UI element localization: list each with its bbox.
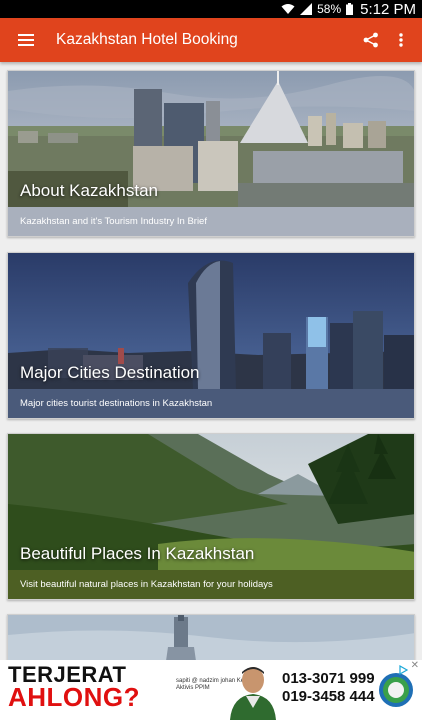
ad-headline: TERJERAT AHLONG? [8, 664, 141, 712]
city-towers-image: Major Cities Destination [8, 253, 414, 389]
card-title: Beautiful Places In Kazakhstan [20, 544, 255, 563]
card-about-kazakhstan[interactable]: About Kazakhstan Kazakhstan and it's Tou… [7, 70, 415, 237]
app-bar: Kazakhstan Hotel Booking [0, 18, 422, 62]
card-beautiful-places[interactable]: Beautiful Places In Kazakhstan Visit bea… [7, 433, 415, 600]
wifi-icon [281, 3, 295, 15]
ad-person-image [226, 664, 280, 720]
ad-logo [378, 672, 414, 713]
battery-icon [346, 3, 354, 15]
ad-phones: 013-3071 999 019-3458 444 [282, 670, 375, 706]
battery-percentage: 58% [317, 2, 342, 16]
card-caption: Major cities tourist destinations in Kaz… [8, 389, 414, 418]
app-title: Kazakhstan Hotel Booking [56, 31, 238, 48]
share-icon[interactable] [356, 18, 386, 62]
monument-image [8, 615, 414, 660]
card-caption: Kazakhstan and it's Tourism Industry In … [8, 207, 414, 236]
card-list[interactable]: About Kazakhstan Kazakhstan and it's Tou… [0, 62, 422, 660]
card-title: Major Cities Destination [20, 363, 200, 382]
adchoices-icon[interactable] [398, 662, 409, 680]
ad-headline-line2: AHLONG? [8, 682, 141, 712]
card-major-cities[interactable]: Major Cities Destination Major cities to… [7, 252, 415, 419]
ad-phone-2: 019-3458 444 [282, 688, 375, 705]
card-title: About Kazakhstan [20, 181, 158, 200]
astana-skyline-image: About Kazakhstan [8, 71, 414, 207]
mountain-forest-image: Beautiful Places In Kazakhstan [8, 434, 414, 570]
clock: 5:12 PM [360, 0, 416, 18]
hamburger-menu-icon[interactable] [0, 18, 52, 62]
ad-banner[interactable]: TERJERAT AHLONG? sapiti @ nadzim johan K… [0, 660, 422, 720]
ad-phone-1: 013-3071 999 [282, 670, 375, 687]
status-bar: 58% 5:12 PM [0, 0, 422, 18]
signal-icon [300, 3, 313, 15]
card-partial[interactable] [7, 614, 415, 660]
more-vertical-icon[interactable] [386, 18, 416, 62]
card-caption: Visit beautiful natural places in Kazakh… [8, 570, 414, 599]
close-icon[interactable]: ✕ [411, 660, 419, 671]
